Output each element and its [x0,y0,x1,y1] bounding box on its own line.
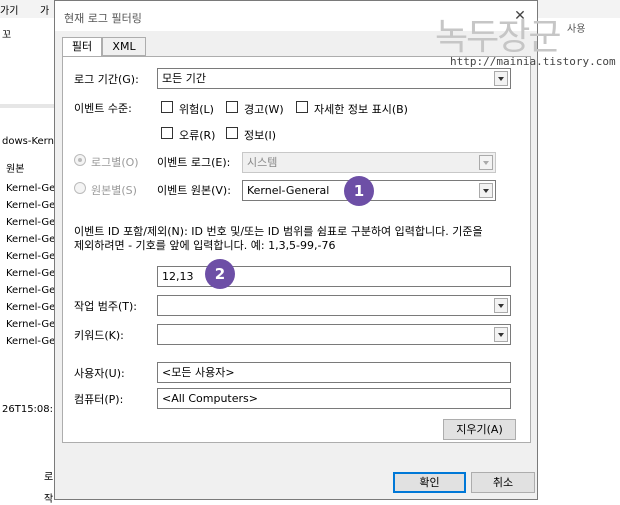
table-row[interactable]: Kernel-Ge [6,183,55,194]
chevron-down-icon[interactable] [479,155,493,170]
level-warning-checkbox[interactable] [226,101,238,113]
chevron-down-icon[interactable] [494,298,508,313]
ok-button[interactable]: 확인 [393,472,466,493]
by-log-label: 로그별(O) [91,156,139,169]
computer-label: 컴퓨터(P): [74,393,124,406]
table-row[interactable]: Kernel-Ge [6,268,55,279]
bg-header: dows-Kern [2,136,54,147]
log-period-label: 로그 기간(G): [74,73,139,86]
log-period-value: 모든 기간 [162,72,206,85]
level-critical-label: 위험(L) [179,103,214,116]
user-input[interactable]: <모든 사용자> [157,362,511,383]
by-log-radio[interactable] [74,154,86,166]
table-row[interactable]: Kernel-Ge [6,336,55,347]
level-critical-checkbox[interactable] [161,101,173,113]
tab-filter[interactable]: 필터 [62,37,102,57]
task-category-label: 작업 범주(T): [74,300,137,313]
keywords-select[interactable] [157,324,511,345]
bg-right-label[interactable]: 사용 [567,20,585,35]
bg-label: 로 [44,472,54,483]
level-error-label: 오류(R) [179,129,216,142]
event-source-value: Kernel-General [247,184,330,197]
bg-small-label: 꼬 [2,30,12,41]
event-source-label: 이벤트 원본(V): [157,184,231,197]
computer-input[interactable]: <All Computers> [157,388,511,409]
task-category-select[interactable] [157,295,511,316]
event-log-select[interactable]: 시스템 [242,152,496,173]
level-information-label: 정보(I) [244,129,277,142]
log-period-select[interactable]: 모든 기간 [157,68,511,89]
by-source-radio[interactable] [74,182,86,194]
event-log-value: 시스템 [247,156,278,169]
event-level-label: 이벤트 수준: [74,102,132,115]
event-id-help-line2: 제외하려면 - 기호를 앞에 입력합니다. 예: 1,3,5-99,-76 [74,239,336,252]
bg-toolbar-item[interactable]: 가기 [0,2,18,17]
level-warning-label: 경고(W) [244,103,284,116]
table-row[interactable]: Kernel-Ge [6,319,55,330]
bg-label: 작 [44,494,54,505]
table-row[interactable]: Kernel-Ge [6,302,55,313]
table-row[interactable]: Kernel-Ge [6,234,55,245]
table-row[interactable]: Kernel-Ge [6,251,55,262]
by-source-label: 원본별(S) [91,184,137,197]
background-event-list: 꼬 dows-Kern 원본 Kernel-Ge Kernel-Ge Kerne… [0,18,57,505]
background-actions-pane: 사용 [536,18,620,500]
level-verbose-label: 자세한 정보 표시(B) [314,103,408,116]
watermark-logo: 녹두장군 [435,17,561,58]
bg-toolbar-item[interactable]: 가 [40,2,49,17]
annotation-marker-1: 1 [344,176,374,206]
annotation-marker-2: 2 [205,259,235,289]
filter-panel: 로그 기간(G): 모든 기간 이벤트 수준: 위험(L) 경고(W) 자세한 … [62,56,531,443]
level-verbose-checkbox[interactable] [296,101,308,113]
user-label: 사용자(U): [74,367,125,380]
bg-column-header[interactable]: 원본 [6,160,24,175]
filter-dialog: 현재 로그 필터링 ✕ 필터 XML 로그 기간(G): 모든 기간 이벤트 수… [54,0,538,500]
table-row[interactable]: Kernel-Ge [6,285,55,296]
dialog-title: 현재 로그 필터링 [64,12,142,25]
tab-xml[interactable]: XML [102,37,146,56]
keywords-label: 키워드(K): [74,329,124,342]
clear-button[interactable]: 지우기(A) [443,419,516,440]
bg-divider [0,104,56,108]
table-row[interactable]: Kernel-Ge [6,200,55,211]
chevron-down-icon[interactable] [479,183,493,198]
level-error-checkbox[interactable] [161,127,173,139]
watermark-url: http://mainia.tistory.com [450,55,616,68]
chevron-down-icon[interactable] [494,327,508,342]
level-information-checkbox[interactable] [226,127,238,139]
chevron-down-icon[interactable] [494,71,508,86]
bg-timestamp: 26T15:08: [2,404,54,415]
table-row[interactable]: Kernel-Ge [6,217,55,228]
event-log-label: 이벤트 로그(E): [157,156,231,169]
cancel-button[interactable]: 취소 [471,472,535,493]
